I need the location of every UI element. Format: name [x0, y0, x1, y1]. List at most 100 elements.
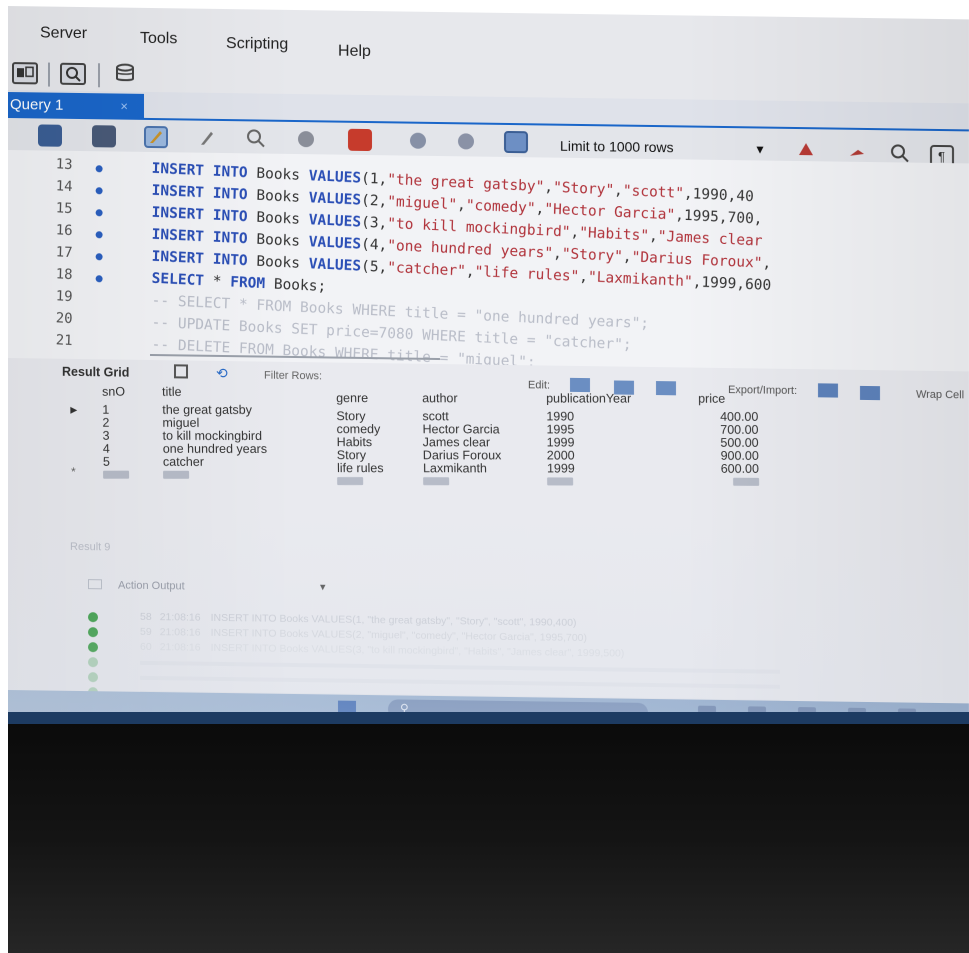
result-grid-tab[interactable]: Result Grid: [62, 365, 129, 380]
table-cell[interactable]: scott: [422, 409, 449, 423]
code-token: Books: [247, 187, 309, 207]
beautify-icon[interactable]: [846, 142, 870, 164]
table-cell[interactable]: 1990: [546, 409, 574, 423]
table-cell[interactable]: catcher: [163, 455, 204, 469]
result-tab[interactable]: Result 9: [70, 541, 110, 554]
refresh-icon[interactable]: ⟲: [216, 365, 228, 382]
output-number: 59: [140, 625, 152, 639]
commit-icon[interactable]: [406, 130, 430, 152]
find-icon[interactable]: [888, 142, 912, 164]
wrap-cell-label[interactable]: Wrap Cell: [916, 389, 964, 402]
menu-scripting[interactable]: Scripting: [226, 35, 288, 54]
execute-icon[interactable]: [144, 125, 168, 149]
code-token: "scott": [622, 182, 685, 202]
table-cell[interactable]: 900.00: [699, 449, 758, 463]
autocommit-icon[interactable]: [504, 130, 528, 154]
table-cell[interactable]: 400.00: [698, 410, 758, 424]
chevron-down-icon: ▼: [754, 142, 766, 157]
table-cell[interactable]: 500.00: [699, 436, 758, 450]
code-token: INSERT INTO: [151, 226, 248, 248]
table-cell[interactable]: Darius Foroux: [423, 448, 502, 462]
success-icon: [88, 642, 98, 653]
table-cell[interactable]: 2: [102, 416, 109, 430]
table-cell[interactable]: 700.00: [698, 423, 758, 437]
code-token: ,: [762, 255, 772, 272]
line-number: 16: [55, 222, 73, 240]
null-placeholder: [337, 477, 364, 486]
toggle-errors-icon[interactable]: [348, 128, 372, 152]
table-cell[interactable]: miguel: [162, 416, 199, 430]
code-token: Books: [247, 231, 309, 251]
rollback-icon[interactable]: [454, 130, 478, 152]
toolbar-divider: [48, 62, 50, 87]
execute-statement-icon[interactable]: [196, 127, 220, 149]
table-cell[interactable]: comedy: [336, 422, 380, 436]
code-token: (1,: [360, 170, 388, 188]
table-cell[interactable]: 4: [103, 442, 110, 456]
column-header[interactable]: publicationYear: [546, 391, 631, 405]
new-connection-icon[interactable]: [12, 62, 38, 85]
code-token: SELECT: [151, 270, 205, 290]
import-icon[interactable]: [860, 385, 880, 401]
line-number: 21: [55, 332, 73, 350]
photo-frame: Server Tools Scripting Help Query 1 × Li…: [0, 0, 969, 953]
code-token: (4,: [360, 236, 388, 254]
explain-icon[interactable]: [244, 127, 268, 149]
code-token: VALUES: [308, 212, 362, 231]
table-cell[interactable]: 1995: [546, 422, 574, 436]
output-number: 60: [140, 640, 152, 654]
code-token: Books: [247, 209, 309, 229]
table-cell[interactable]: James clear: [423, 435, 491, 449]
new-row-marker: *: [70, 464, 76, 479]
action-output-label[interactable]: Action Output: [118, 580, 185, 593]
table-cell[interactable]: Hector Garcia: [422, 422, 499, 436]
table-cell[interactable]: 1999: [547, 461, 575, 475]
bookmark-icon[interactable]: [794, 139, 818, 161]
table-cell[interactable]: 5: [103, 455, 110, 469]
code-token: ,1995,700,: [674, 207, 763, 228]
table-cell[interactable]: Habits: [337, 435, 373, 449]
table-cell[interactable]: Story: [337, 448, 366, 462]
column-header[interactable]: author: [422, 391, 458, 405]
code-token: INSERT INTO: [151, 182, 248, 204]
table-cell[interactable]: life rules: [337, 461, 384, 475]
column-header[interactable]: title: [162, 385, 182, 399]
inspect-icon[interactable]: [60, 62, 86, 86]
table-cell[interactable]: 600.00: [699, 462, 759, 476]
table-cell[interactable]: the great gatsby: [162, 403, 252, 417]
menu-server[interactable]: Server: [40, 24, 87, 43]
output-number: 58: [140, 610, 152, 624]
export-icon[interactable]: [818, 383, 838, 398]
menu-tools[interactable]: Tools: [140, 30, 177, 49]
code-token: Books;: [264, 276, 327, 295]
null-placeholder: [163, 470, 190, 479]
table-cell[interactable]: Story: [336, 409, 365, 423]
grid-view-icon[interactable]: [174, 364, 188, 379]
stop-icon[interactable]: [294, 128, 318, 150]
table-cell[interactable]: 1: [102, 403, 109, 417]
column-header[interactable]: price: [698, 392, 725, 406]
null-placeholder: [103, 470, 130, 479]
code-token: (3,: [360, 214, 388, 232]
database-icon[interactable]: [112, 61, 138, 92]
chevron-down-icon[interactable]: ▾: [320, 580, 326, 593]
table-cell[interactable]: Laxmikanth: [423, 461, 487, 475]
success-icon: [88, 627, 98, 638]
save-icon[interactable]: [92, 125, 116, 148]
table-cell[interactable]: 3: [103, 429, 110, 443]
open-file-icon[interactable]: [38, 124, 62, 147]
statement-marker-icon: [95, 165, 103, 173]
output-time: 21:08:16: [159, 611, 201, 624]
output-time: 21:08:16: [159, 641, 201, 654]
line-number: 15: [55, 200, 73, 218]
row-pointer-icon: ▶: [70, 404, 78, 415]
table-cell[interactable]: 1999: [547, 435, 575, 449]
result-grid[interactable]: ▶ * snO title genre author publicationYear pr…: [48, 385, 809, 496]
sql-editor[interactable]: 13 INSERT INTO Books VALUES(1,"the great …: [8, 150, 969, 372]
output-rows: 58 21:08:16 INSERT INTO Books VALUES(1, "t…: [8, 526, 969, 704]
close-tab-icon[interactable]: ×: [120, 99, 128, 114]
column-header[interactable]: genre: [336, 391, 368, 405]
tab-query-1[interactable]: Query 1 ×: [8, 92, 144, 120]
column-header[interactable]: snO: [102, 385, 125, 399]
table-cell[interactable]: 2000: [547, 448, 575, 462]
